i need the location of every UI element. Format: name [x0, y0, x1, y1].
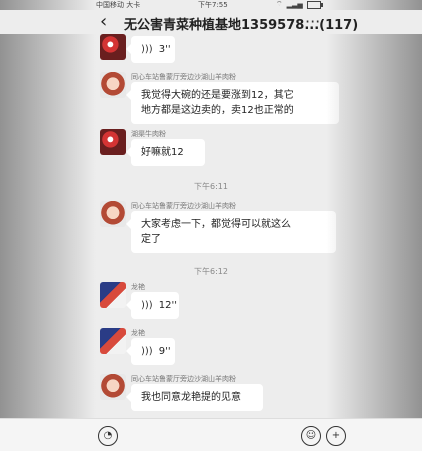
- time-divider: 下午6:11: [194, 182, 228, 191]
- wifi-icon: ⌔: [276, 0, 283, 8]
- message-line: 我觉得大碗的还是要涨到12，其它: [141, 90, 294, 101]
- more-actions-button[interactable]: +: [326, 426, 346, 446]
- text-bubble[interactable]: 大家考虑一下，都觉得可以就这么 定了: [126, 211, 336, 253]
- message-list[interactable]: ))) 3'' 同心车站鲁蒙厅旁边沙湖山羊肉粉 我觉得大碗的还是要涨到12，其它 …: [0, 34, 422, 418]
- voice-bubble[interactable]: ))) 9'': [126, 338, 175, 365]
- text-bubble[interactable]: 我也同意龙艳提的见意: [126, 384, 263, 411]
- status-time: 下午7:55: [198, 1, 228, 9]
- status-icons: ⌔ ▂▃▅: [276, 0, 323, 9]
- message-line: 我也同意龙艳提的见意: [141, 392, 241, 403]
- text-bubble[interactable]: 我觉得大碗的还是要涨到12，其它 地方都是这边卖的，卖12也正常的: [126, 82, 339, 124]
- voice-wave-icon: ))): [141, 346, 153, 357]
- sender-name: 同心车站鲁蒙厅旁边沙湖山羊肉粉: [131, 202, 236, 210]
- message-line: 大家考虑一下，都觉得可以就这么: [141, 219, 291, 230]
- signal-icon: ▂▃▅: [286, 0, 303, 9]
- voice-duration: 12'': [158, 300, 177, 311]
- chat-header: ‹ 无公害青菜种植基地1359578...(117) ···: [0, 10, 422, 34]
- message-line: 定了: [141, 234, 161, 245]
- avatar[interactable]: [100, 129, 126, 155]
- sender-name: 龙艳: [131, 283, 145, 291]
- status-bar: 中国移动 大卡 下午7:55 ⌔ ▂▃▅: [0, 0, 422, 10]
- avatar[interactable]: [100, 201, 126, 227]
- voice-bubble[interactable]: ))) 12'': [126, 292, 179, 319]
- more-icon[interactable]: ···: [305, 12, 320, 31]
- voice-duration: 9'': [158, 346, 171, 357]
- avatar[interactable]: [100, 328, 126, 354]
- carrier-label: 中国移动 大卡: [96, 1, 141, 9]
- avatar[interactable]: [100, 374, 126, 400]
- message-input-bar: ◔ ☺ +: [0, 418, 422, 451]
- voice-bubble[interactable]: ))) 3'': [126, 36, 175, 63]
- avatar[interactable]: [100, 34, 126, 60]
- emoji-button[interactable]: ☺: [301, 426, 321, 446]
- message-line: 好嘛就12: [141, 147, 184, 158]
- back-icon[interactable]: ‹: [100, 13, 107, 31]
- message-line: 地方都是这边卖的，卖12也正常的: [141, 105, 294, 116]
- sender-name: 同心车站鲁蒙厅旁边沙湖山羊肉粉: [131, 375, 236, 383]
- battery-icon: [306, 0, 323, 9]
- sender-name: 同心车站鲁蒙厅旁边沙湖山羊肉粉: [131, 73, 236, 81]
- chat-title: 无公害青菜种植基地1359578...(117): [124, 18, 359, 33]
- voice-wave-icon: ))): [141, 44, 153, 55]
- text-bubble[interactable]: 好嘛就12: [126, 139, 205, 166]
- voice-wave-icon: ))): [141, 300, 153, 311]
- avatar[interactable]: [100, 282, 126, 308]
- voice-input-button[interactable]: ◔: [98, 426, 118, 446]
- avatar[interactable]: [100, 72, 126, 98]
- sender-name: 湖渠牛肉粉: [131, 130, 166, 138]
- sender-name: 龙艳: [131, 329, 145, 337]
- voice-duration: 3'': [158, 44, 171, 55]
- time-divider: 下午6:12: [194, 267, 228, 276]
